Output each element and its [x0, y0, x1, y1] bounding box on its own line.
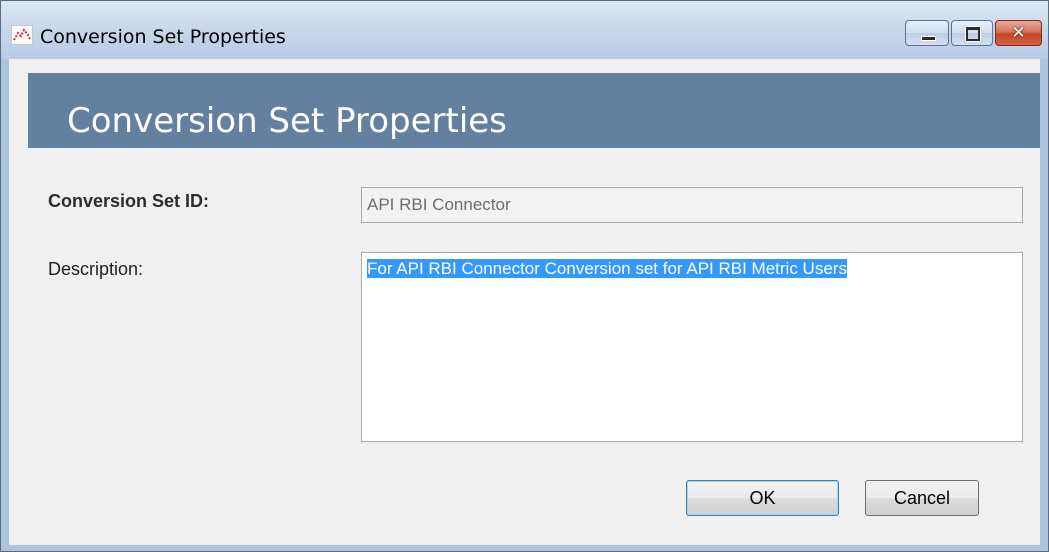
conversion-set-properties-window: Conversion Set Properties ✕ Conversion S…: [0, 0, 1049, 552]
description-text: For API RBI Connector Conversion set for…: [367, 259, 847, 278]
cancel-button[interactable]: Cancel: [865, 480, 979, 516]
description-label: Description:: [48, 259, 144, 279]
minimize-button[interactable]: [905, 20, 949, 46]
maximize-button[interactable]: [951, 20, 993, 46]
caption-buttons: ✕: [905, 20, 1042, 48]
header-banner: Conversion Set Properties: [28, 73, 1040, 148]
ok-button[interactable]: OK: [686, 480, 839, 516]
conversion-set-id-field[interactable]: [361, 187, 1023, 223]
conversion-set-id-label: Conversion Set ID:: [48, 191, 210, 211]
title-bar[interactable]: Conversion Set Properties ✕: [1, 1, 1048, 59]
window-title: Conversion Set Properties: [40, 26, 286, 48]
close-icon: ✕: [1011, 23, 1026, 43]
close-button[interactable]: ✕: [995, 20, 1042, 46]
chart-app-icon: [11, 25, 33, 45]
page-title: Conversion Set Properties: [67, 101, 507, 141]
maximize-icon: [966, 27, 980, 41]
minimize-icon: [921, 36, 936, 41]
dialog-body: Conversion Set Properties Conversion Set…: [9, 59, 1040, 545]
description-field[interactable]: For API RBI Connector Conversion set for…: [361, 252, 1023, 442]
